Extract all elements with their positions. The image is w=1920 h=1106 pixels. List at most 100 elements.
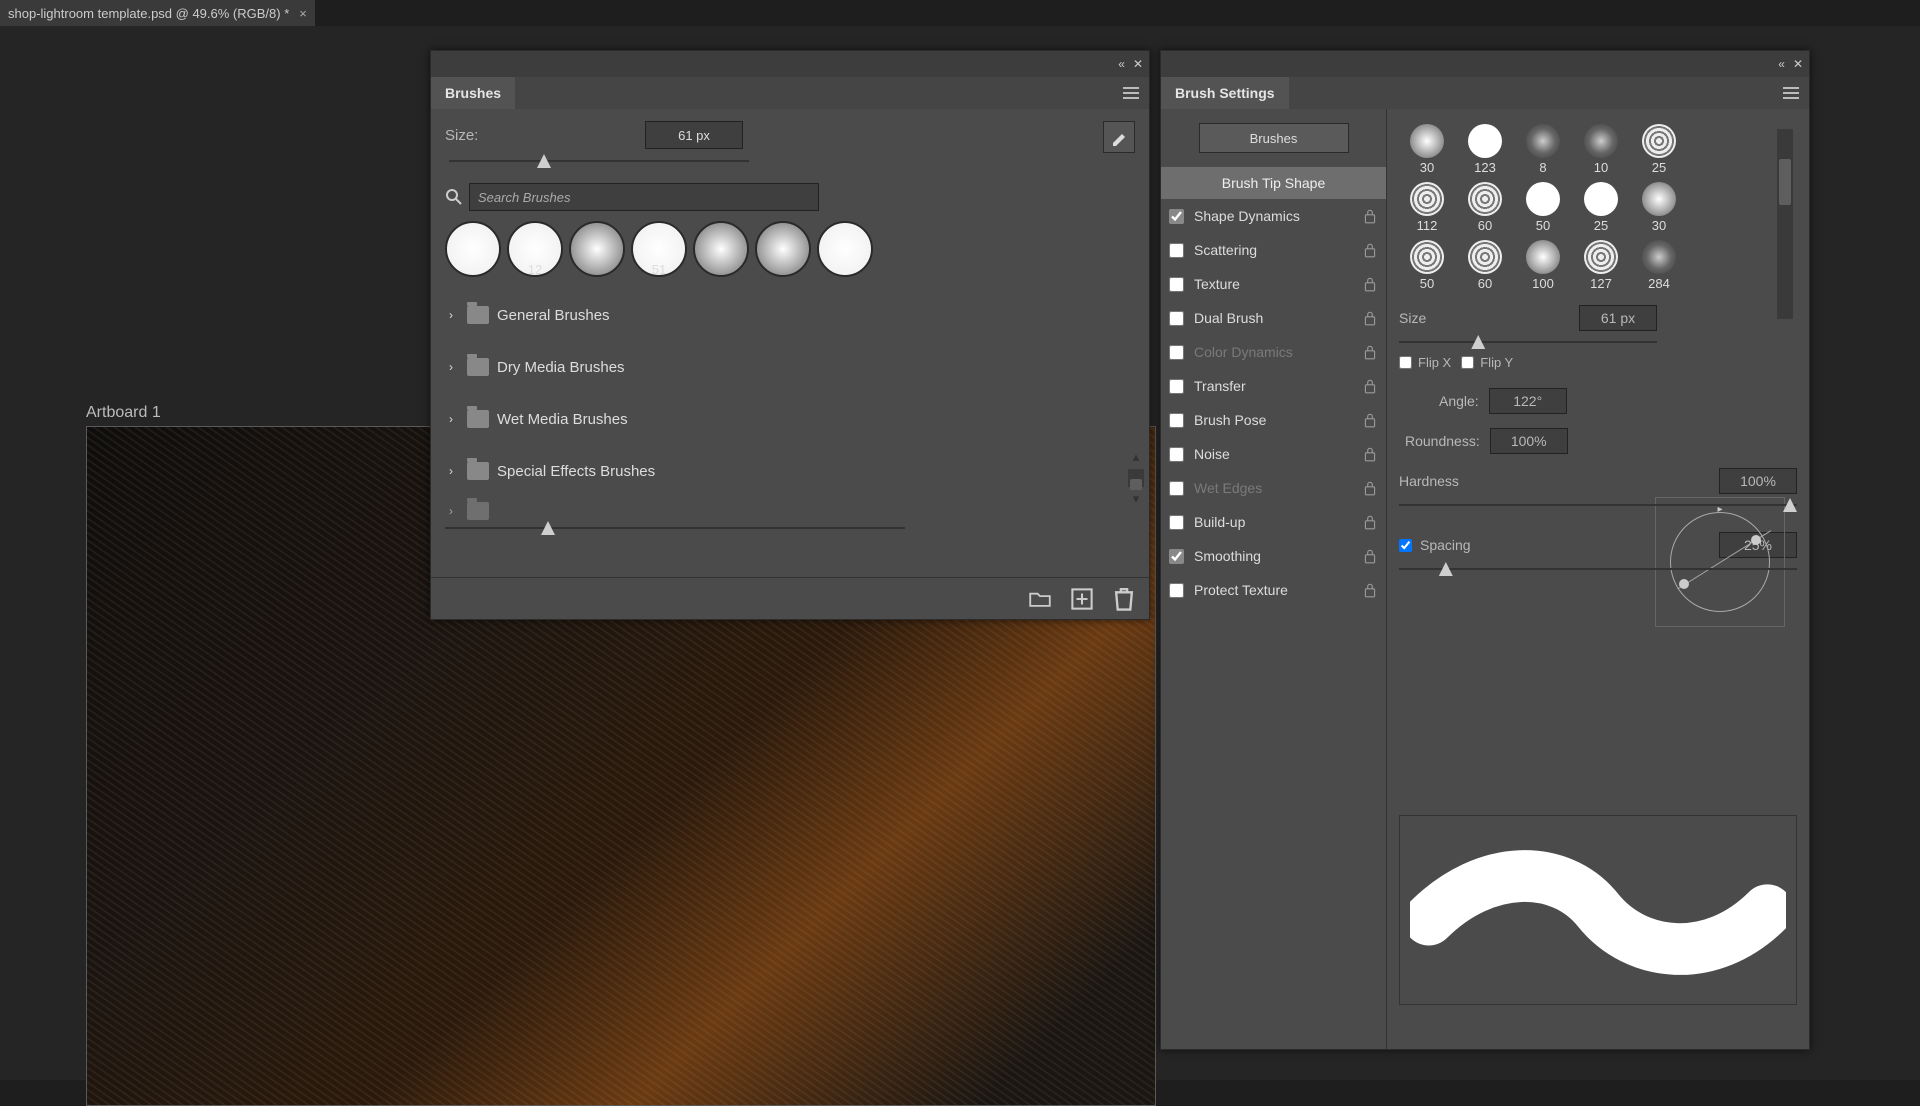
panel-menu-icon[interactable] xyxy=(1113,87,1149,99)
lock-icon[interactable] xyxy=(1362,412,1378,428)
brush-tip[interactable]: 25 xyxy=(1573,177,1629,233)
chevron-up-icon[interactable]: ▴ xyxy=(1133,449,1140,465)
brush-folder[interactable]: ›Wet Media Brushes xyxy=(445,393,1135,445)
close-icon[interactable]: × xyxy=(299,6,307,21)
recent-brush[interactable]: 51 xyxy=(631,221,687,277)
brush-tip[interactable]: 112 xyxy=(1399,177,1455,233)
settings-option[interactable]: Wet Edges xyxy=(1161,471,1386,505)
option-checkbox[interactable] xyxy=(1169,277,1184,292)
lock-icon[interactable] xyxy=(1362,446,1378,462)
settings-option[interactable]: Color Dynamics xyxy=(1161,335,1386,369)
option-label: Transfer xyxy=(1194,378,1246,394)
new-brush-button[interactable] xyxy=(1103,121,1135,153)
recent-brush[interactable] xyxy=(755,221,811,277)
settings-option[interactable]: Texture xyxy=(1161,267,1386,301)
tip-size-label: 8 xyxy=(1539,160,1546,175)
collapse-icon[interactable]: « xyxy=(1778,57,1785,71)
settings-option[interactable]: Dual Brush xyxy=(1161,301,1386,335)
brush-tip[interactable]: 25 xyxy=(1631,119,1687,175)
option-checkbox[interactable] xyxy=(1169,549,1184,564)
brush-tip[interactable]: 60 xyxy=(1457,235,1513,291)
brush-tip[interactable]: 10 xyxy=(1573,119,1629,175)
option-checkbox[interactable] xyxy=(1169,413,1184,428)
brush-tip[interactable]: 8 xyxy=(1515,119,1571,175)
option-checkbox[interactable] xyxy=(1169,583,1184,598)
lock-icon[interactable] xyxy=(1362,276,1378,292)
lock-icon[interactable] xyxy=(1362,378,1378,394)
settings-option[interactable]: Brush Pose xyxy=(1161,403,1386,437)
lock-icon[interactable] xyxy=(1362,480,1378,496)
brush-tip[interactable]: 123 xyxy=(1457,119,1513,175)
settings-option[interactable]: Scattering xyxy=(1161,233,1386,267)
spacing-checkbox[interactable]: Spacing xyxy=(1399,537,1471,553)
option-checkbox[interactable] xyxy=(1169,209,1184,224)
brush-tip[interactable]: 30 xyxy=(1399,119,1455,175)
tab-brushes[interactable]: Brushes xyxy=(431,77,515,109)
recent-brush[interactable] xyxy=(445,221,501,277)
folder-icon xyxy=(467,462,489,480)
close-panel-icon[interactable]: ✕ xyxy=(1793,57,1803,71)
brush-tip[interactable]: 30 xyxy=(1631,177,1687,233)
brush-tip[interactable]: 50 xyxy=(1515,177,1571,233)
brush-tip[interactable]: 127 xyxy=(1573,235,1629,291)
tab-brush-settings[interactable]: Brush Settings xyxy=(1161,77,1289,109)
chevron-down-icon[interactable]: ▾ xyxy=(1133,491,1140,507)
option-checkbox[interactable] xyxy=(1169,481,1184,496)
delete-button[interactable] xyxy=(1113,588,1135,610)
brush-tip[interactable]: 100 xyxy=(1515,235,1571,291)
option-checkbox[interactable] xyxy=(1169,311,1184,326)
load-brushes-button[interactable] xyxy=(1029,588,1051,610)
roundness-input[interactable]: 100% xyxy=(1490,428,1568,454)
size-slider[interactable] xyxy=(449,153,749,169)
panel-menu-icon[interactable] xyxy=(1773,87,1809,99)
collapse-icon[interactable]: « xyxy=(1118,57,1125,71)
settings-option[interactable]: Shape Dynamics xyxy=(1161,199,1386,233)
option-checkbox[interactable] xyxy=(1169,379,1184,394)
brush-folder[interactable]: ›Dry Media Brushes xyxy=(445,341,1135,393)
brush-tip[interactable]: 50 xyxy=(1399,235,1455,291)
settings-option[interactable]: Protect Texture xyxy=(1161,573,1386,607)
lock-icon[interactable] xyxy=(1362,548,1378,564)
lock-icon[interactable] xyxy=(1362,310,1378,326)
size-slider[interactable] xyxy=(1399,335,1657,349)
option-checkbox[interactable] xyxy=(1169,243,1184,258)
size-input[interactable]: 61 px xyxy=(645,121,743,149)
size-value[interactable]: 61 px xyxy=(1579,305,1657,331)
lock-icon[interactable] xyxy=(1362,514,1378,530)
brush-folder[interactable]: ›General Brushes xyxy=(445,289,1135,341)
settings-option[interactable]: Smoothing xyxy=(1161,539,1386,573)
recent-brush[interactable] xyxy=(693,221,749,277)
settings-option[interactable]: Noise xyxy=(1161,437,1386,471)
search-input[interactable]: Search Brushes xyxy=(469,183,819,211)
spacing-slider[interactable] xyxy=(1399,562,1797,576)
brush-tip[interactable]: 284 xyxy=(1631,235,1687,291)
brushes-button[interactable]: Brushes xyxy=(1199,123,1349,153)
option-checkbox[interactable] xyxy=(1169,515,1184,530)
lock-icon[interactable] xyxy=(1362,242,1378,258)
thumbnail-size-slider[interactable] xyxy=(445,521,905,535)
recent-brush[interactable] xyxy=(569,221,625,277)
angle-input[interactable]: 122° xyxy=(1489,388,1567,414)
lock-icon[interactable] xyxy=(1362,344,1378,360)
option-checkbox[interactable] xyxy=(1169,345,1184,360)
document-tab[interactable]: shop-lightroom template.psd @ 49.6% (RGB… xyxy=(0,0,315,26)
brush-tip-shape-section[interactable]: Brush Tip Shape xyxy=(1161,167,1386,199)
lock-icon[interactable] xyxy=(1362,208,1378,224)
new-preset-button[interactable] xyxy=(1071,588,1093,610)
settings-option[interactable]: Transfer xyxy=(1161,369,1386,403)
flip-x-checkbox[interactable]: Flip X xyxy=(1399,355,1451,370)
option-checkbox[interactable] xyxy=(1169,447,1184,462)
settings-option[interactable]: Build-up xyxy=(1161,505,1386,539)
chevron-right-icon: › xyxy=(449,412,459,426)
hardness-slider[interactable] xyxy=(1399,498,1797,512)
brush-folder[interactable]: ›Special Effects Brushes xyxy=(445,445,1135,497)
roundness-label: Roundness: xyxy=(1405,433,1480,449)
hardness-input[interactable]: 100% xyxy=(1719,468,1797,494)
brush-tip[interactable]: 60 xyxy=(1457,177,1513,233)
recent-brush[interactable] xyxy=(817,221,873,277)
flip-y-checkbox[interactable]: Flip Y xyxy=(1461,355,1513,370)
recent-brush[interactable]: 12 xyxy=(507,221,563,277)
lock-icon[interactable] xyxy=(1362,582,1378,598)
scrollbar[interactable]: ▴ ▾ xyxy=(1127,449,1145,507)
close-panel-icon[interactable]: ✕ xyxy=(1133,57,1143,71)
